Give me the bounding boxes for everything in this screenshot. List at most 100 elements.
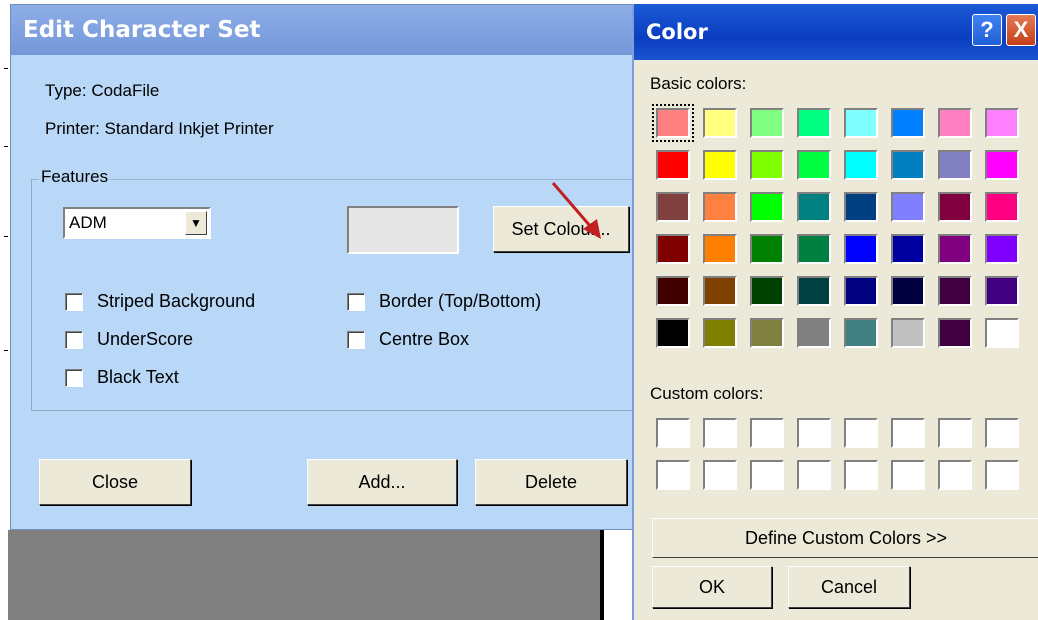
basic-color-swatch[interactable] (750, 234, 784, 264)
ok-button[interactable]: OK (652, 566, 772, 608)
basic-color-swatch[interactable] (938, 150, 972, 180)
basic-color-swatch[interactable] (844, 192, 878, 222)
basic-color-swatch[interactable] (797, 276, 831, 306)
basic-color-swatch[interactable] (844, 234, 878, 264)
basic-color-swatch[interactable] (652, 104, 694, 142)
custom-color-swatch[interactable] (844, 418, 878, 448)
custom-color-swatch[interactable] (750, 418, 784, 448)
basic-color-swatch[interactable] (703, 108, 737, 138)
basic-color-swatch[interactable] (656, 276, 690, 306)
basic-color-swatch[interactable] (656, 192, 690, 222)
edge-tick (4, 68, 8, 69)
basic-color-swatch[interactable] (750, 108, 784, 138)
custom-color-swatch[interactable] (656, 460, 690, 490)
custom-color-swatch[interactable] (891, 460, 925, 490)
centre-box-checkbox[interactable]: Centre Box (347, 329, 469, 350)
cancel-button[interactable]: Cancel (788, 566, 910, 608)
delete-button[interactable]: Delete (475, 459, 627, 505)
basic-color-swatch[interactable] (844, 108, 878, 138)
custom-color-swatch[interactable] (750, 460, 784, 490)
checkbox-box[interactable] (65, 292, 83, 311)
basic-color-swatch[interactable] (797, 108, 831, 138)
printer-label: Printer: (45, 119, 100, 138)
close-button[interactable]: Close (39, 459, 191, 505)
custom-color-swatch[interactable] (703, 460, 737, 490)
basic-color-swatch[interactable] (891, 192, 925, 222)
basic-color-swatch[interactable] (938, 276, 972, 306)
basic-color-swatch[interactable] (891, 318, 925, 348)
basic-color-swatch[interactable] (985, 234, 1019, 264)
window-title[interactable]: Edit Character Set (11, 5, 637, 55)
custom-color-swatch[interactable] (985, 460, 1019, 490)
define-custom-colors-button[interactable]: Define Custom Colors >> (652, 518, 1038, 558)
printer-value: Standard Inkjet Printer (104, 119, 274, 138)
custom-color-swatch[interactable] (938, 460, 972, 490)
checkbox-label: Black Text (97, 367, 179, 387)
basic-color-swatch[interactable] (844, 150, 878, 180)
checkbox-box[interactable] (65, 368, 83, 387)
basic-color-swatch[interactable] (797, 150, 831, 180)
basic-color-swatch[interactable] (891, 108, 925, 138)
basic-color-swatch[interactable] (750, 192, 784, 222)
basic-color-swatch[interactable] (797, 318, 831, 348)
help-icon[interactable]: ? (972, 14, 1002, 46)
basic-color-swatch[interactable] (844, 318, 878, 348)
printer-row: Printer: Standard Inkjet Printer (45, 119, 274, 139)
basic-color-swatch[interactable] (844, 276, 878, 306)
basic-color-swatch[interactable] (656, 234, 690, 264)
feature-dropdown[interactable]: ADM ▼ (63, 207, 211, 239)
basic-color-swatch[interactable] (703, 192, 737, 222)
basic-color-swatch[interactable] (703, 276, 737, 306)
basic-color-swatch[interactable] (750, 318, 784, 348)
custom-color-swatch[interactable] (891, 418, 925, 448)
basic-color-swatch[interactable] (797, 234, 831, 264)
checkbox-box[interactable] (347, 330, 365, 349)
basic-color-swatch[interactable] (891, 150, 925, 180)
background-gray-edge (600, 530, 604, 620)
basic-color-swatch[interactable] (938, 234, 972, 264)
custom-color-swatch[interactable] (703, 418, 737, 448)
basic-color-swatch[interactable] (985, 276, 1019, 306)
black-text-checkbox[interactable]: Black Text (65, 367, 179, 388)
close-icon[interactable]: X (1006, 14, 1036, 46)
type-row: Type: CodaFile (45, 81, 159, 101)
features-legend: Features (39, 167, 111, 187)
basic-color-swatch[interactable] (985, 150, 1019, 180)
basic-color-swatch[interactable] (750, 150, 784, 180)
basic-color-swatch[interactable] (938, 318, 972, 348)
custom-color-swatch[interactable] (938, 418, 972, 448)
border-top-bottom-checkbox[interactable]: Border (Top/Bottom) (347, 291, 541, 312)
underscore-checkbox[interactable]: UnderScore (65, 329, 193, 350)
basic-color-swatch[interactable] (656, 318, 690, 348)
basic-color-swatch[interactable] (703, 234, 737, 264)
custom-color-swatch[interactable] (844, 460, 878, 490)
chevron-down-icon[interactable]: ▼ (185, 211, 207, 235)
background-gray-area (8, 530, 604, 620)
custom-color-swatch[interactable] (656, 418, 690, 448)
edge-tick (4, 350, 8, 351)
add-button[interactable]: Add... (307, 459, 457, 505)
basic-color-swatch[interactable] (891, 276, 925, 306)
basic-color-swatch[interactable] (703, 150, 737, 180)
basic-color-swatch[interactable] (938, 192, 972, 222)
checkbox-label: Striped Background (97, 291, 256, 311)
checkbox-box[interactable] (65, 330, 83, 349)
basic-colors-label: Basic colors: (650, 74, 747, 93)
basic-color-swatch[interactable] (656, 150, 690, 180)
basic-color-swatch[interactable] (938, 108, 972, 138)
custom-color-swatch[interactable] (985, 418, 1019, 448)
window-body: Type: CodaFile Printer: Standard Inkjet … (11, 55, 661, 529)
basic-color-swatch[interactable] (985, 318, 1019, 348)
custom-color-swatch[interactable] (797, 418, 831, 448)
custom-color-swatch[interactable] (797, 460, 831, 490)
striped-background-checkbox[interactable]: Striped Background (65, 291, 255, 312)
basic-color-swatch[interactable] (985, 192, 1019, 222)
basic-color-swatch[interactable] (703, 318, 737, 348)
basic-color-swatch[interactable] (750, 276, 784, 306)
edge-tick (4, 236, 8, 237)
basic-color-swatch[interactable] (797, 192, 831, 222)
basic-color-swatch[interactable] (891, 234, 925, 264)
checkbox-label: UnderScore (97, 329, 194, 349)
basic-color-swatch[interactable] (985, 108, 1019, 138)
checkbox-box[interactable] (347, 292, 365, 311)
